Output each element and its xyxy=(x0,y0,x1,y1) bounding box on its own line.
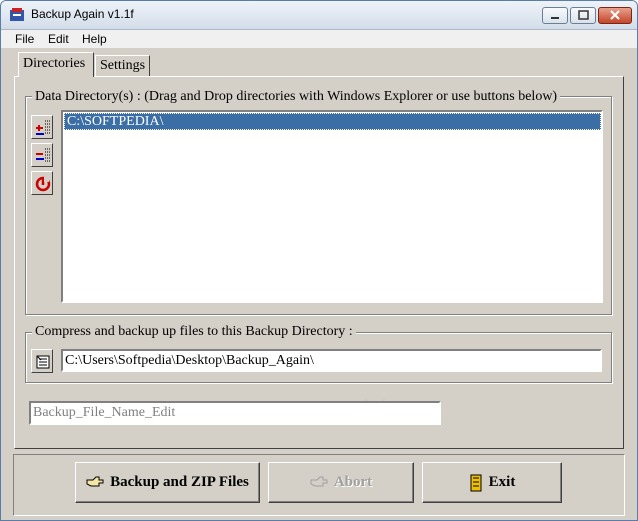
backup-zip-label: Backup and ZIP Files xyxy=(110,474,249,490)
menu-edit[interactable]: Edit xyxy=(48,32,69,46)
exit-button[interactable]: Exit xyxy=(422,462,562,503)
minimize-icon xyxy=(551,17,559,19)
data-directory-list[interactable]: C:\SOFTPEDIA\ xyxy=(61,110,603,303)
tab-settings[interactable]: Settings xyxy=(95,55,150,77)
list-item[interactable]: C:\SOFTPEDIA\ xyxy=(64,113,601,130)
abort-label: Abort xyxy=(333,474,373,490)
title-bar[interactable]: Backup Again v1.1f xyxy=(1,1,637,30)
abort-hand-icon xyxy=(310,476,328,486)
backup-zip-button[interactable]: Backup and ZIP Files xyxy=(75,462,260,503)
menu-bar: File Edit Help xyxy=(1,30,637,48)
data-directory-legend: Data Directory(s) : (Drag and Drop direc… xyxy=(32,89,561,105)
menu-help[interactable]: Help xyxy=(82,32,107,46)
backup-directory-legend: Compress and backup up files to this Bac… xyxy=(32,324,356,340)
close-icon xyxy=(610,10,620,20)
remove-directory-icon xyxy=(36,148,50,162)
remove-directory-button[interactable] xyxy=(31,143,53,167)
minimize-button[interactable] xyxy=(542,7,568,24)
clear-directories-button[interactable] xyxy=(31,171,53,195)
add-directory-icon xyxy=(36,120,50,135)
tab-directories[interactable]: Directories xyxy=(18,52,94,77)
menu-file[interactable]: File xyxy=(15,32,34,46)
close-button[interactable] xyxy=(598,7,632,24)
clear-directories-icon xyxy=(35,176,51,192)
maximize-button[interactable] xyxy=(570,7,596,24)
app-window: Backup Again v1.1f File Edit Help Direct… xyxy=(0,0,638,521)
exit-label: Exit xyxy=(488,474,516,490)
add-directory-button[interactable] xyxy=(31,115,53,139)
backup-directory-field[interactable]: C:\Users\Softpedia\Desktop\Backup_Again\ xyxy=(61,349,602,372)
backup-hand-icon xyxy=(86,476,104,486)
browse-folder-button[interactable] xyxy=(31,349,53,373)
exit-door-icon xyxy=(470,474,482,491)
app-icon xyxy=(10,8,24,21)
maximize-icon xyxy=(578,10,589,20)
browse-folder-icon xyxy=(36,355,50,369)
abort-button[interactable]: Abort xyxy=(268,462,414,503)
client-area: Directories Settings Data Directory(s) :… xyxy=(1,48,637,520)
window-title: Backup Again v1.1f xyxy=(31,7,134,21)
backup-filename-field[interactable]: Backup_File_Name_Edit xyxy=(29,401,441,425)
